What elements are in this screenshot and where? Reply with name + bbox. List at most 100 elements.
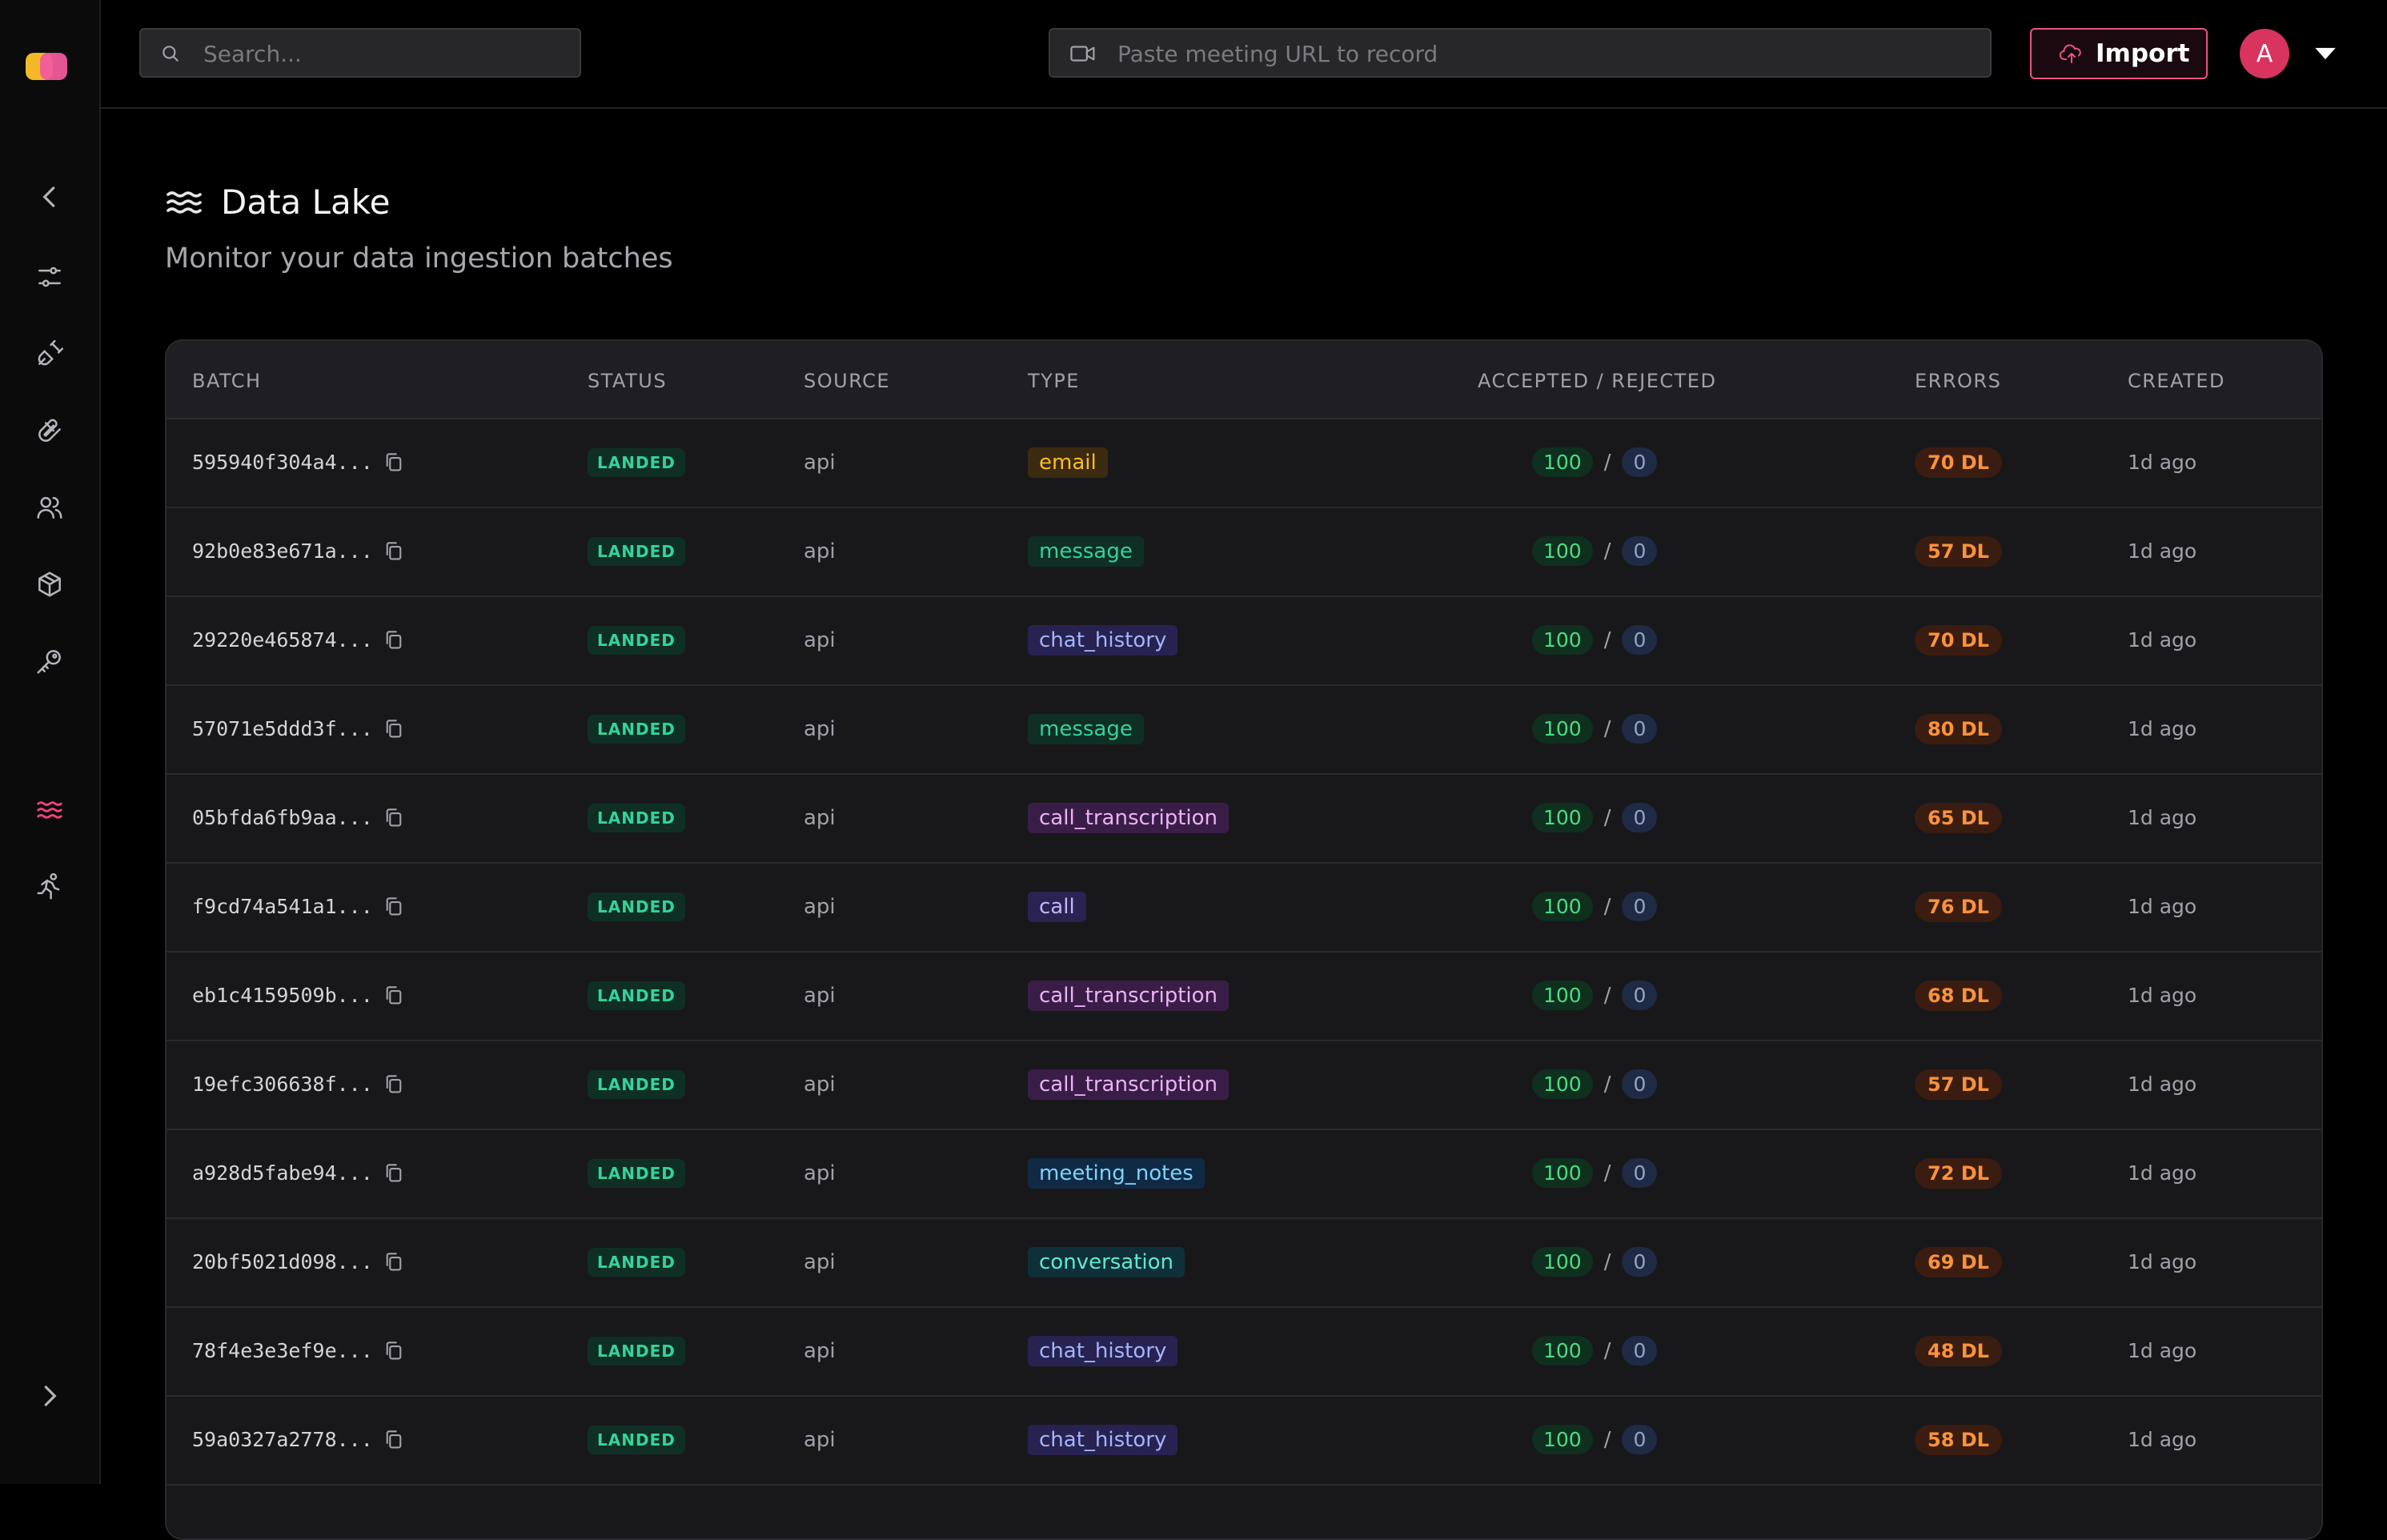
column-header-errors[interactable]: ERRORS (1915, 370, 2001, 392)
errors-badge: 72 DL (1915, 1157, 2002, 1189)
accepted-count: 100 (1532, 1158, 1593, 1188)
waves-icon (37, 801, 62, 819)
column-header-source[interactable]: SOURCE (804, 370, 890, 392)
created-time: 1d ago (2128, 1339, 2197, 1362)
type-badge: chat_history (1028, 1424, 1178, 1455)
accepted-count: 100 (1532, 714, 1593, 744)
table-row[interactable]: 78f4e3e3ef9e... LANDED api chat_history … (166, 1308, 2321, 1397)
copy-icon[interactable] (384, 719, 403, 740)
page-subtitle: Monitor your data ingestion batches (165, 243, 673, 275)
errors-badge: 70 DL (1915, 624, 2002, 656)
batch-id: 59a0327a2778... (192, 1428, 373, 1451)
source-label: api (804, 1072, 836, 1097)
sidebar-item-integrations[interactable] (24, 328, 75, 379)
accepted-count: 100 (1532, 536, 1593, 566)
waves-icon (166, 190, 202, 214)
copy-icon[interactable] (384, 1074, 403, 1095)
table-row[interactable]: eb1c4159509b... LANDED api call_transcri… (166, 952, 2321, 1041)
caret-down-icon[interactable] (2312, 42, 2339, 66)
batches-table: BATCH STATUS SOURCE TYPE ACCEPTED / REJE… (165, 339, 2323, 1540)
errors-badge: 80 DL (1915, 713, 2002, 744)
table-row[interactable]: 19efc306638f... LANDED api call_transcri… (166, 1041, 2321, 1130)
column-header-batch[interactable]: BATCH (192, 370, 262, 392)
rejected-count: 0 (1622, 981, 1658, 1010)
source-label: api (804, 1249, 836, 1274)
sidebar-item-packages[interactable] (24, 559, 75, 610)
table-row[interactable]: 595940f304a4... LANDED api email 100 / 0… (166, 419, 2321, 508)
copy-icon[interactable] (384, 1252, 403, 1273)
separator-slash: / (1603, 1249, 1611, 1274)
errors-badge: 58 DL (1915, 1424, 2002, 1455)
copy-icon[interactable] (384, 541, 403, 562)
type-badge: conversation (1028, 1246, 1185, 1277)
rejected-count: 0 (1622, 892, 1658, 921)
copy-icon[interactable] (384, 630, 403, 651)
meeting-url-box[interactable] (1049, 28, 1992, 78)
rejected-count: 0 (1622, 714, 1658, 744)
accepted-count: 100 (1532, 981, 1593, 1010)
errors-badge: 68 DL (1915, 980, 2002, 1011)
avatar[interactable]: A (2240, 29, 2289, 78)
batch-id: eb1c4159509b... (192, 984, 373, 1007)
table-row[interactable]: 20bf5021d098... LANDED api conversation … (166, 1219, 2321, 1308)
rejected-count: 0 (1622, 1425, 1658, 1454)
status-badge: LANDED (588, 981, 685, 1010)
sidebar-item-activity[interactable] (24, 861, 75, 912)
import-button[interactable]: Import (2030, 28, 2208, 79)
separator-slash: / (1603, 1072, 1611, 1097)
type-badge: call_transcription (1028, 980, 1230, 1011)
table-row[interactable]: f9cd74a541a1... LANDED api call 100 / 0 … (166, 864, 2321, 952)
sidebar-item-attachments[interactable] (24, 405, 75, 456)
column-header-status[interactable]: STATUS (588, 370, 667, 392)
rejected-count: 0 (1622, 1247, 1658, 1277)
table-row[interactable]: 29220e465874... LANDED api chat_history … (166, 597, 2321, 686)
status-badge: LANDED (588, 1158, 685, 1188)
chevron-right-icon (44, 1386, 57, 1406)
copy-icon[interactable] (384, 1163, 403, 1184)
copy-icon[interactable] (384, 808, 403, 828)
status-badge: LANDED (588, 714, 685, 744)
column-header-accepted-rejected[interactable]: ACCEPTED / REJECTED (1478, 370, 1716, 392)
copy-icon[interactable] (384, 1430, 403, 1450)
app-logo[interactable] (26, 53, 67, 80)
separator-slash: / (1603, 716, 1611, 741)
sidebar-item-data-lake[interactable] (24, 784, 75, 836)
copy-icon[interactable] (384, 896, 403, 917)
accepted-count: 100 (1532, 625, 1593, 655)
rejected-count: 0 (1622, 625, 1658, 655)
copy-icon[interactable] (384, 452, 403, 473)
table-row[interactable]: 59a0327a2778... LANDED api chat_history … (166, 1397, 2321, 1486)
errors-badge: 48 DL (1915, 1335, 2002, 1366)
table-row[interactable]: 05bfda6fb9aa... LANDED api call_transcri… (166, 775, 2321, 864)
created-time: 1d ago (2128, 451, 2197, 474)
column-header-type[interactable]: TYPE (1028, 370, 1080, 392)
source-label: api (804, 1427, 836, 1452)
chevron-left-icon (42, 186, 55, 207)
table-row[interactable]: 92b0e83e671a... LANDED api message 100 /… (166, 508, 2321, 597)
column-header-created[interactable]: CREATED (2128, 370, 2225, 392)
sidebar-item-settings[interactable] (24, 251, 75, 303)
type-badge: meeting_notes (1028, 1157, 1205, 1189)
collapse-sidebar-button[interactable] (24, 171, 75, 223)
created-time: 1d ago (2128, 628, 2197, 652)
copy-icon[interactable] (384, 985, 403, 1006)
import-button-label: Import (2096, 39, 2190, 68)
page-header: Data Lake Monitor your data ingestion ba… (165, 182, 673, 275)
batch-id: 57071e5ddd3f... (192, 717, 373, 740)
top-bar: Import A (101, 0, 2387, 109)
status-badge: LANDED (588, 803, 685, 832)
sidebar-item-users[interactable] (24, 482, 75, 533)
batch-id: 05bfda6fb9aa... (192, 806, 373, 829)
sidebar-item-api-keys[interactable] (24, 636, 75, 687)
source-label: api (804, 1161, 836, 1185)
type-badge: email (1028, 447, 1108, 478)
table-row[interactable]: 57071e5ddd3f... LANDED api message 100 /… (166, 686, 2321, 775)
expand-sidebar-button[interactable] (24, 1370, 75, 1422)
copy-icon[interactable] (384, 1341, 403, 1362)
batch-id: 92b0e83e671a... (192, 539, 373, 563)
meeting-url-input[interactable] (1116, 30, 1984, 78)
table-row[interactable]: a928d5fabe94... LANDED api meeting_notes… (166, 1130, 2321, 1219)
search-input[interactable] (202, 30, 573, 78)
source-label: api (804, 539, 836, 563)
search-box[interactable] (139, 28, 581, 78)
